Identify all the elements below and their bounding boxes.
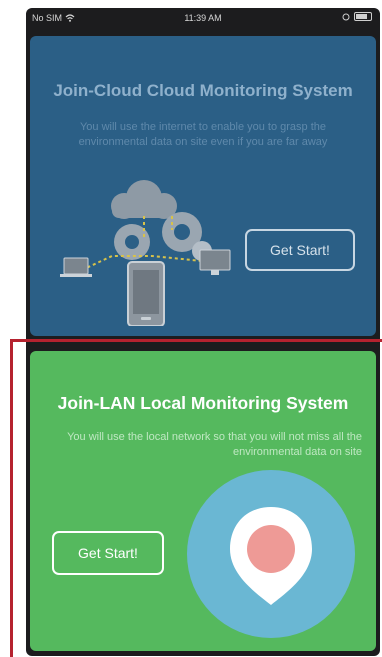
cloud-monitoring-card[interactable]: Join-Cloud Cloud Monitoring System You w… [30,36,376,336]
cloud-network-icon [60,180,231,326]
lan-card-title: Join-LAN Local Monitoring System [57,393,349,413]
cloud-card-title: Join-Cloud Cloud Monitoring System [53,81,353,100]
status-time: 11:39 AM [184,13,222,23]
location-pin-icon [187,470,355,638]
lan-get-start-button[interactable]: Get Start! [52,531,164,575]
lan-card-description: You will use the local network so that y… [67,431,362,458]
cloud-get-start-button[interactable]: Get Start! [245,229,355,271]
phone-screen: No SIM 11:39 AM Join-Cloud Cloud Monitor… [26,8,380,656]
rotation-lock-icon [342,13,350,20]
status-right [342,12,372,21]
battery-icon [354,12,372,21]
cloud-card-description: You will use the internet to enable you … [78,121,328,148]
lan-monitoring-card[interactable]: Join-LAN Local Monitoring System You wil… [30,351,376,651]
status-bar: No SIM 11:39 AM [26,8,380,28]
